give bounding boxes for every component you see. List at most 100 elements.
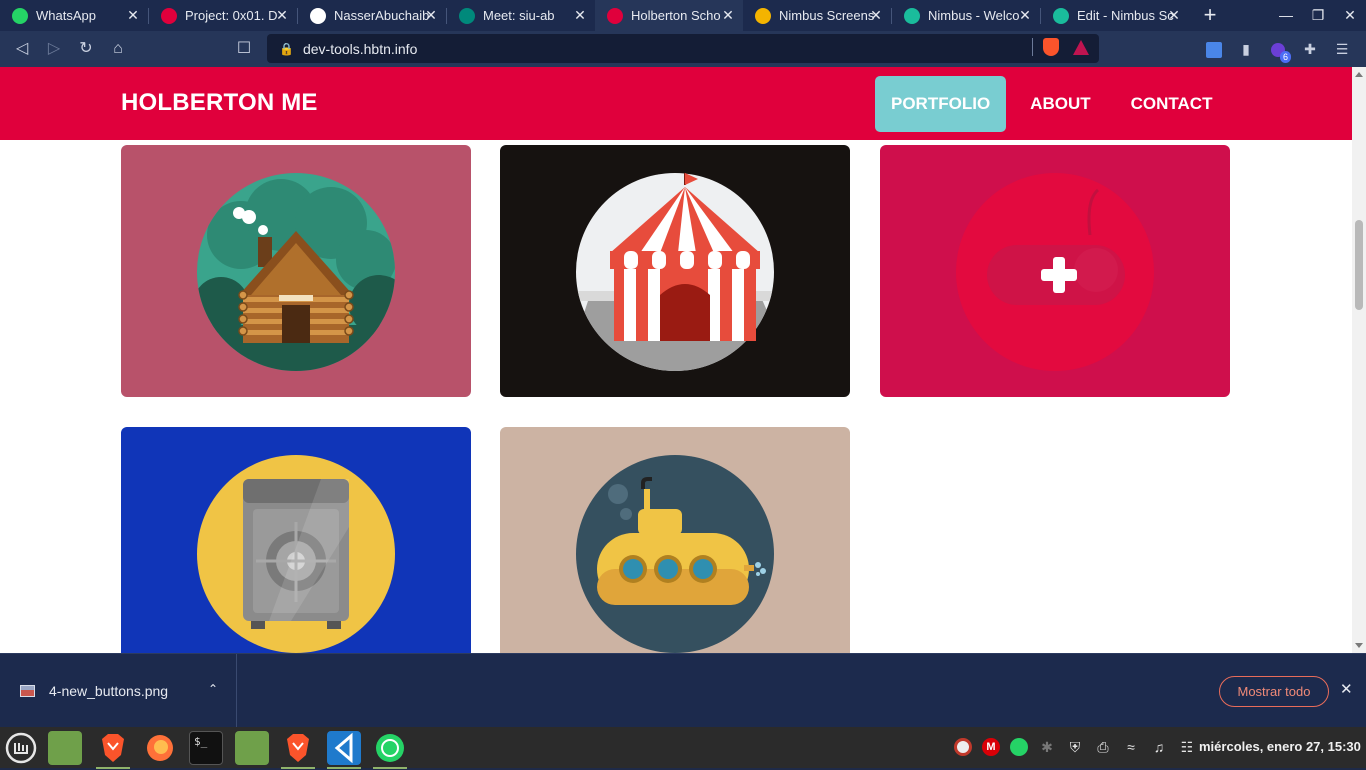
scroll-down-icon[interactable] — [1355, 643, 1363, 648]
scrollbar-thumb[interactable] — [1355, 220, 1363, 310]
tab-close-icon[interactable]: ✕ — [124, 6, 142, 24]
nav-contact[interactable]: CONTACT — [1115, 76, 1229, 132]
browser-tab[interactable]: Nimbus Screens ✕ — [743, 0, 891, 31]
download-shelf: 4-new_buttons.png ⌃ Mostrar todo ✕ — [0, 653, 1366, 728]
tab-title: WhatsApp — [36, 8, 96, 23]
lock-icon: 🔒 — [279, 41, 294, 56]
shield-icon[interactable]: ⛨ — [1064, 736, 1086, 758]
browser-tab[interactable]: Project: 0x01. D ✕ — [149, 0, 297, 31]
reload-icon[interactable]: ↻ — [70, 33, 102, 65]
forward-icon[interactable]: ▷ — [38, 33, 70, 65]
tab-list: WhatsApp ✕ Project: 0x01. D ✕ NasserAbuchaib… — [0, 0, 1189, 31]
tab-close-icon[interactable]: ✕ — [1016, 6, 1034, 24]
tab-title: Nimbus Screens — [779, 8, 875, 23]
bluetooth-icon[interactable]: ✱ — [1036, 736, 1058, 758]
site-brand[interactable]: HOLBERTON ME — [121, 89, 318, 117]
browser-tab[interactable]: WhatsApp ✕ — [0, 0, 148, 31]
home-icon[interactable]: ⌂ — [102, 33, 134, 65]
tab-close-icon[interactable]: ✕ — [1165, 6, 1183, 24]
portfolio-item-submarine[interactable] — [500, 427, 850, 653]
brave-icon[interactable] — [96, 731, 130, 769]
site-nav: PORTFOLIO ABOUT CONTACT — [875, 76, 1236, 132]
bookmark-icon[interactable]: ☐ — [228, 33, 260, 65]
system-tray: M ✱ ⛨ ⎙ ≈ ♫ ☷ — [952, 735, 1204, 759]
tab-close-icon[interactable]: ✕ — [571, 6, 589, 24]
tab-close-icon[interactable]: ✕ — [867, 6, 885, 24]
nimbus-edit-icon — [1053, 7, 1069, 24]
files-icon[interactable] — [48, 731, 82, 765]
close-window-icon[interactable]: ✕ — [1334, 0, 1366, 31]
printer-icon[interactable]: ⎙ — [1092, 736, 1114, 758]
whatsapp-app-icon[interactable] — [373, 731, 407, 769]
clipboard-icon[interactable]: ☷ — [1176, 736, 1198, 758]
extension-badge: 6 — [1279, 51, 1291, 63]
holberton-icon — [161, 7, 177, 24]
nav-about[interactable]: ABOUT — [1014, 76, 1106, 132]
browser-tab[interactable]: Holberton Scho ✕ — [595, 0, 743, 31]
minimize-icon[interactable]: — — [1270, 0, 1302, 31]
address-bar[interactable]: 🔒 dev-tools.hbtn.info — [267, 34, 1099, 63]
show-all-button[interactable]: Mostrar todo — [1219, 676, 1329, 707]
mint-menu-icon[interactable] — [4, 731, 38, 765]
browser-tab[interactable]: Meet: siu-ab ✕ — [447, 0, 595, 31]
address-bar-actions — [1032, 38, 1089, 56]
chevron-up-icon[interactable]: ⌃ — [208, 682, 218, 696]
translate-icon[interactable] — [1198, 33, 1230, 65]
browser-tab[interactable]: Edit - Nimbus Sc ✕ — [1041, 0, 1189, 31]
page-scrollbar[interactable] — [1352, 67, 1366, 653]
tab-close-icon[interactable]: ✕ — [719, 6, 737, 24]
new-tab-button[interactable]: + — [1195, 0, 1225, 31]
game-controller-icon — [880, 145, 1230, 397]
portfolio-item-safe[interactable] — [121, 427, 471, 653]
back-icon[interactable]: ◁ — [6, 33, 38, 65]
music-icon[interactable]: ♫ — [1148, 736, 1170, 758]
tab-title: Edit - Nimbus Sc — [1077, 8, 1174, 23]
nimbus-icon — [904, 7, 920, 24]
taskbar-clock[interactable]: miércoles, enero 27, 15:30 — [1199, 739, 1361, 754]
divider — [1032, 38, 1033, 56]
portfolio-item-game-controller[interactable]: + — [880, 145, 1230, 397]
image-file-icon — [20, 685, 35, 697]
tab-close-icon[interactable]: ✕ — [422, 6, 440, 24]
portfolio-item-log-cabin[interactable] — [121, 145, 471, 397]
browser-tab[interactable]: NasserAbuchaib ✕ — [298, 0, 446, 31]
clock-tray-icon[interactable] — [952, 736, 974, 758]
site-header: HOLBERTON ME PORTFOLIO ABOUT CONTACT — [0, 67, 1352, 140]
puzzle-icon[interactable]: ✚ — [1294, 33, 1326, 65]
browser-tab[interactable]: Nimbus - Welco ✕ — [892, 0, 1040, 31]
holberton-icon — [607, 7, 623, 24]
brave-shields-icon[interactable] — [1043, 38, 1059, 56]
tab-title: Holberton Scho — [631, 8, 721, 23]
wifi-icon[interactable]: ≈ — [1120, 736, 1142, 758]
terminal-icon[interactable]: $_ — [189, 731, 223, 765]
tab-title: Meet: siu-ab — [483, 8, 555, 23]
scroll-up-icon[interactable] — [1355, 72, 1363, 77]
extension-badge-icon[interactable]: 6 — [1262, 33, 1294, 65]
tab-title: Project: 0x01. D — [185, 8, 278, 23]
download-item[interactable]: 4-new_buttons.png ⌃ — [0, 654, 237, 728]
brave-rewards-icon[interactable] — [1073, 39, 1089, 55]
log-cabin-icon — [121, 145, 471, 397]
close-icon[interactable]: ✕ — [1340, 680, 1353, 698]
menu-icon[interactable]: ☰ — [1326, 33, 1358, 65]
whatsapp-icon — [12, 7, 28, 24]
download-file-name: 4-new_buttons.png — [49, 683, 169, 699]
os-taskbar: $_ M ✱ ⛨ ⎙ ≈ ♫ ☷ miércoles, enero 27, 15… — [0, 727, 1366, 769]
vscode-icon[interactable] — [327, 731, 361, 769]
tab-close-icon[interactable]: ✕ — [273, 6, 291, 24]
whatsapp-tray-icon[interactable] — [1008, 736, 1030, 758]
firefox-icon[interactable] — [143, 731, 177, 765]
browser-toolbar: ◁ ▷ ↻ ⌂ ☐ 🔒 dev-tools.hbtn.info ▮ 6 ✚ ☰ — [0, 31, 1366, 67]
brave-browser-icon[interactable] — [281, 731, 315, 769]
window-controls: — ❐ ✕ — [1270, 0, 1366, 31]
submarine-icon — [500, 427, 850, 653]
tab-title: Nimbus - Welco — [928, 8, 1020, 23]
safe-icon — [121, 427, 471, 653]
tab-title: NasserAbuchaib — [334, 8, 430, 23]
restore-icon[interactable]: ❐ — [1302, 0, 1334, 31]
mega-icon[interactable]: M — [980, 736, 1002, 758]
bookmark-manager-icon[interactable]: ▮ — [1230, 33, 1262, 65]
nav-portfolio[interactable]: PORTFOLIO — [875, 76, 1007, 132]
folder-icon[interactable] — [235, 731, 269, 765]
portfolio-item-circus-tent[interactable] — [500, 145, 850, 397]
